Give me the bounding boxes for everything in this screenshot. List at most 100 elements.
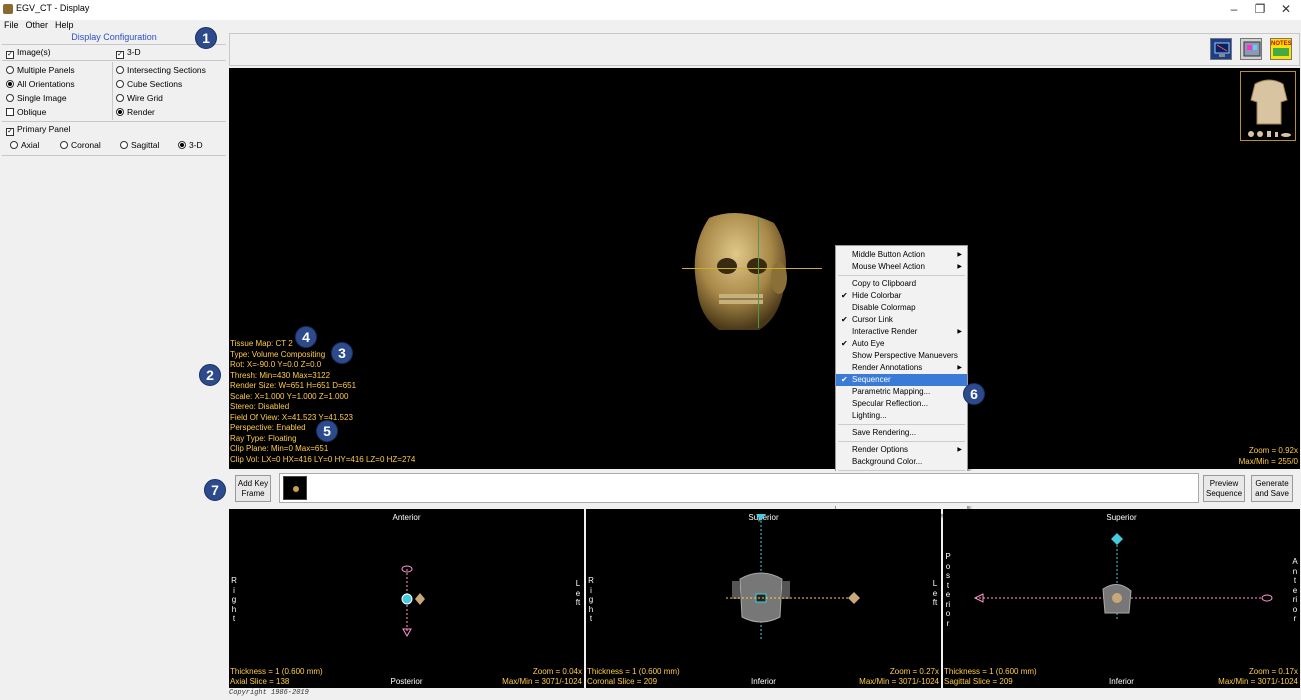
copyright-text: Copyright 1986-2019 — [229, 689, 309, 697]
primary-panel-checkbox[interactable]: ✓ Primary Panel — [6, 124, 70, 136]
menu-item-label: Lighting... — [852, 411, 887, 420]
vertical-cursor-line — [758, 218, 759, 328]
radio-wire-grid[interactable]: Wire Grid — [116, 93, 163, 103]
add-key-frame-button[interactable]: Add Key Frame — [235, 475, 271, 502]
radio-multiple-panels[interactable]: Multiple Panels — [6, 65, 75, 75]
sagittal-slice-image — [973, 533, 1273, 619]
callout-1: 1 — [195, 27, 217, 49]
maximize-button[interactable]: ❐ — [1247, 2, 1273, 16]
menu-item-show-perspective-manuevers[interactable]: Show Perspective Manuevers — [836, 350, 967, 362]
menu-item-label: Mouse Wheel Action — [852, 262, 925, 271]
menu-item-parametric-mapping[interactable]: Parametric Mapping... — [836, 386, 967, 398]
images-checkbox[interactable]: ✓ Image(s) — [6, 47, 51, 59]
display-config-title: Display Configuration — [71, 32, 157, 42]
menu-item-hide-colorbar[interactable]: ✔ Hide Colorbar — [836, 290, 967, 302]
menu-item-disable-colormap[interactable]: Disable Colormap — [836, 302, 967, 314]
submenu-arrow-icon: ▶ — [957, 252, 962, 258]
menu-item-middle-button-action[interactable]: Middle Button Action ▶ — [836, 249, 967, 261]
menu-item-label: Background Color... — [852, 457, 923, 466]
radio-axial[interactable]: Axial — [10, 140, 39, 150]
notes-icon[interactable]: NOTES — [1270, 38, 1292, 60]
skull-rendering — [694, 213, 787, 330]
menu-item-cursor-link[interactable]: ✔ Cursor Link — [836, 314, 967, 326]
generate-and-save-button[interactable]: Generate and Save — [1251, 475, 1293, 502]
close-button[interactable]: ✕ — [1273, 2, 1299, 16]
toolbar: NOTES — [229, 33, 1300, 66]
radio-cube-sections[interactable]: Cube Sections — [116, 79, 182, 89]
axial-thickness: Thickness = 1 (0.600 mm) — [230, 667, 323, 676]
menu-item-save-rendering[interactable]: Save Rendering... — [836, 427, 967, 439]
sequencer-bar: Add Key Frame Preview Sequence Generate … — [229, 471, 1300, 506]
radio-render[interactable]: Render — [116, 107, 155, 117]
axial-maxmin: Max/Min = 3071/-1024 — [502, 677, 582, 686]
callout-6: 6 — [963, 383, 985, 405]
axial-panel[interactable]: Anterior Posterior Right Left Thickness … — [229, 509, 584, 688]
axial-top-label: Anterior — [392, 513, 421, 522]
axial-slice: Axial Slice = 138 — [230, 677, 290, 686]
menu-item-label: Auto Eye — [852, 339, 885, 348]
menu-item-label: Interactive Render — [852, 327, 918, 336]
coronal-panel[interactable]: Superior Inferior Right Left Thickness =… — [586, 509, 941, 688]
orientation-thumbnail[interactable] — [1240, 71, 1296, 141]
radio-intersecting-sections[interactable]: Intersecting Sections — [116, 65, 206, 75]
menu-item-specular-reflection[interactable]: Specular Reflection... — [836, 398, 967, 410]
menu-item-label: Show Perspective Manuevers — [852, 351, 958, 360]
callout-7: 7 — [204, 479, 226, 501]
menu-item-label: Specular Reflection... — [852, 399, 929, 408]
callout-5: 5 — [316, 420, 338, 442]
menu-item-label: Hide Colorbar — [852, 291, 902, 300]
key-frame-thumbnail[interactable] — [283, 476, 307, 500]
menu-bar: File Other Help — [0, 20, 228, 32]
sequencer-track[interactable] — [279, 473, 1199, 503]
render-info-text: Tissue Map: CT 2 Type: Volume Compositing… — [230, 339, 416, 464]
3d-checkbox[interactable]: ✓ 3-D — [116, 47, 141, 59]
sagittal-top-label: Superior — [1106, 513, 1137, 522]
menu-separator — [838, 441, 965, 442]
radio-3d[interactable]: 3-D — [178, 140, 203, 150]
callout-3: 3 — [331, 342, 353, 364]
radio-single-image[interactable]: Single Image — [6, 93, 67, 103]
menu-separator — [838, 275, 965, 276]
axial-right-label: Left — [575, 579, 581, 607]
radio-all-orientations[interactable]: All Orientations — [6, 79, 75, 89]
submenu-arrow-icon: ▶ — [957, 329, 962, 335]
sagittal-panel[interactable]: Superior Inferior Posterior Anterior Thi… — [943, 509, 1300, 688]
menu-item-label: Parametric Mapping... — [852, 387, 931, 396]
menu-item-render-options[interactable]: Render Options ▶ — [836, 444, 967, 456]
submenu-arrow-icon: ▶ — [957, 264, 962, 270]
window-title: EGV_CT - Display — [16, 3, 90, 13]
render-view[interactable]: Tissue Map: CT 2 Type: Volume Compositing… — [229, 68, 1300, 469]
axial-zoom: Zoom = 0.04x — [532, 667, 582, 676]
menu-item-interactive-render[interactable]: Interactive Render ▶ — [836, 326, 967, 338]
checkmark-icon: ✔ — [841, 291, 848, 300]
menu-item-copy-to-clipboard[interactable]: Copy to Clipboard — [836, 278, 967, 290]
oblique-checkbox[interactable]: Oblique — [6, 107, 46, 117]
menu-file[interactable]: File — [4, 20, 19, 30]
radio-coronal[interactable]: Coronal — [60, 140, 101, 150]
coronal-left-label: Right — [588, 576, 594, 623]
minimize-button[interactable]: – — [1221, 2, 1247, 16]
menu-item-label: Save Rendering... — [852, 428, 917, 437]
menu-item-label: Middle Button Action — [852, 250, 925, 259]
screen-layout-icon[interactable] — [1240, 38, 1262, 60]
sagittal-left-label: Posterior — [945, 552, 951, 628]
menu-item-mouse-wheel-action[interactable]: Mouse Wheel Action ▶ — [836, 261, 967, 273]
radio-sagittal[interactable]: Sagittal — [120, 140, 159, 150]
coronal-slice-image — [726, 514, 860, 639]
menu-help[interactable]: Help — [55, 20, 74, 30]
menu-item-lighting[interactable]: Lighting... — [836, 410, 967, 422]
sagittal-maxmin: Max/Min = 3071/-1024 — [1218, 677, 1298, 686]
horizontal-cursor-line — [682, 268, 822, 269]
menu-item-render-annotations[interactable]: Render Annotations ▶ — [836, 362, 967, 374]
sagittal-zoom: Zoom = 0.17x — [1248, 667, 1298, 676]
callout-2: 2 — [199, 364, 221, 386]
monitor-icon[interactable] — [1210, 38, 1232, 60]
menu-item-auto-eye[interactable]: ✔ Auto Eye — [836, 338, 967, 350]
preview-sequence-button[interactable]: Preview Sequence — [1203, 475, 1245, 502]
menu-other[interactable]: Other — [26, 20, 49, 30]
menu-item-background-color[interactable]: Background Color... — [836, 456, 967, 468]
menu-item-label: Render Annotations — [852, 363, 923, 372]
menu-item-sequencer[interactable]: ✔ Sequencer — [836, 374, 967, 386]
main-zoom-text: Zoom = 0.92x Max/Min = 255/0 — [1238, 446, 1298, 466]
axial-cursor-markers — [401, 565, 425, 638]
